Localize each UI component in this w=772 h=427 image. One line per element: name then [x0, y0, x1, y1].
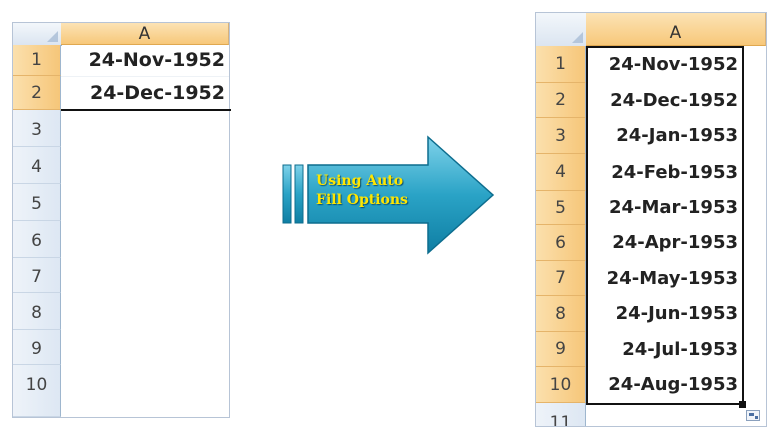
row-header-8[interactable]: 8	[536, 296, 586, 332]
row-header-9[interactable]: 9	[536, 332, 586, 367]
auto-fill-options-icon[interactable]	[746, 410, 760, 421]
row-header-8[interactable]: 8	[13, 293, 61, 330]
row-header-3[interactable]: 3	[13, 110, 61, 147]
cell-a7[interactable]: 24-May-1953	[586, 261, 742, 296]
row-header-4[interactable]: 4	[13, 147, 61, 184]
row-header-1[interactable]: 1	[13, 45, 61, 76]
cell-a8[interactable]: 24-Jun-1953	[586, 296, 742, 332]
cell-a5[interactable]: 24-Mar-1953	[586, 191, 742, 225]
row-header-5[interactable]: 5	[13, 184, 61, 221]
select-all-corner-icon[interactable]	[13, 23, 62, 46]
cell-a2[interactable]: 24-Dec-1952	[586, 83, 742, 118]
column-header-a[interactable]: A	[61, 23, 229, 45]
row-header-1[interactable]: 1	[536, 46, 586, 83]
cell-a3[interactable]: 24-Jan-1953	[586, 118, 742, 154]
cell-a1[interactable]: 24-Nov-1952	[586, 46, 742, 83]
fill-handle-icon[interactable]	[739, 401, 746, 408]
row-header-4[interactable]: 4	[536, 154, 586, 191]
spreadsheet-before: A 1 2 3 4 5 6 7 8 9 10 24-Nov-1952 24-De…	[12, 22, 231, 418]
row-header-2[interactable]: 2	[13, 76, 61, 110]
row-header-11[interactable]: 11	[536, 403, 586, 426]
cell-a1[interactable]: 24-Nov-1952	[61, 45, 229, 76]
cell-a6[interactable]: 24-Apr-1953	[586, 225, 742, 261]
row-header-2[interactable]: 2	[536, 83, 586, 118]
cell-a10[interactable]: 24-Aug-1953	[586, 367, 742, 403]
gridline	[61, 76, 229, 77]
arrow-label: Using Auto Fill Options	[316, 172, 446, 210]
arrow-label-line-2: Fill Options	[316, 192, 408, 208]
row-header-10[interactable]: 10	[536, 367, 586, 403]
arrow-label-line-1: Using Auto	[316, 173, 404, 189]
row-header-3[interactable]: 3	[536, 118, 586, 154]
row-header-5[interactable]: 5	[536, 191, 586, 225]
row-header-9[interactable]: 9	[13, 330, 61, 365]
auto-fill-arrow: Using Auto Fill Options	[280, 135, 498, 280]
row-header-10[interactable]: 10	[13, 365, 61, 417]
cell-a4[interactable]: 24-Feb-1953	[586, 154, 742, 191]
select-all-corner-icon[interactable]	[536, 13, 587, 47]
row-header-6[interactable]: 6	[536, 225, 586, 261]
spreadsheet-after: A 1 2 3 4 5 6 7 8 9 10 11 24-Nov-1952 24…	[535, 12, 767, 427]
column-header-a[interactable]: A	[586, 13, 766, 46]
cell-a9[interactable]: 24-Jul-1953	[586, 332, 742, 367]
row-header-7[interactable]: 7	[13, 258, 61, 293]
row-header-7[interactable]: 7	[536, 261, 586, 296]
row-header-6[interactable]: 6	[13, 221, 61, 258]
cell-a2[interactable]: 24-Dec-1952	[61, 76, 229, 110]
